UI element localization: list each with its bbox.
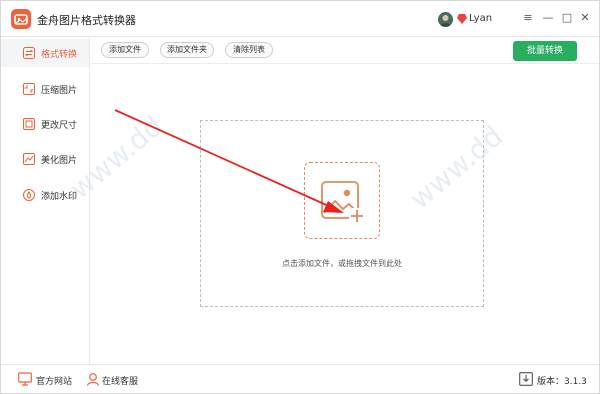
app-window: 金舟图片格式转换器 Lyan ≡ — □ ✕ 格式转换 压缩图片 更改尺寸 美化… — [0, 0, 600, 394]
sidebar-item-format-convert[interactable]: 格式转换 — [1, 39, 89, 67]
sidebar-item-label: 压缩图片 — [41, 86, 78, 96]
watermark-icon — [23, 189, 35, 201]
app-title: 金舟图片格式转换器 — [37, 14, 136, 27]
beautify-icon — [23, 153, 35, 165]
vip-icon — [456, 13, 468, 25]
add-folder-button[interactable]: 添加文件夹 — [160, 42, 214, 58]
compress-icon — [23, 83, 35, 95]
maximize-icon[interactable]: □ — [559, 10, 575, 26]
drop-hint-text: 点击添加文件，或拖拽文件到此处 — [282, 259, 402, 268]
download-icon — [519, 372, 533, 386]
resize-icon — [23, 118, 35, 130]
online-support-link[interactable]: 在线客服 — [102, 374, 138, 387]
add-file-button[interactable]: 添加文件 — [101, 42, 149, 58]
official-website-link[interactable]: 官方网站 — [36, 374, 72, 387]
clear-list-button[interactable]: 清除列表 — [225, 42, 273, 58]
sidebar-item-compress[interactable]: 压缩图片 — [1, 75, 89, 103]
add-image-icon[interactable] — [304, 162, 380, 239]
close-icon[interactable]: ✕ — [577, 10, 593, 26]
footer: 官方网站 在线客服 版本：3.1.3 — [1, 364, 599, 393]
username[interactable]: Lyan — [469, 13, 492, 24]
sidebar-item-label: 格式转换 — [41, 50, 78, 60]
version-label: 版本：3.1.3 — [537, 377, 587, 387]
title-bar: 金舟图片格式转换器 Lyan ≡ — □ ✕ — [1, 1, 599, 37]
sidebar-item-label: 美化图片 — [41, 156, 78, 166]
sidebar: 格式转换 压缩图片 更改尺寸 美化图片 添加水印 — [1, 38, 90, 364]
batch-convert-button[interactable]: 批量转换 — [513, 41, 577, 61]
customer-service-icon — [86, 373, 100, 386]
sidebar-item-label: 更改尺寸 — [41, 121, 78, 131]
user-avatar[interactable] — [438, 12, 453, 27]
minimize-icon[interactable]: — — [540, 10, 556, 26]
format-convert-icon — [23, 47, 35, 59]
menu-icon[interactable]: ≡ — [520, 10, 536, 26]
monitor-icon — [18, 372, 32, 386]
sidebar-item-resize[interactable]: 更改尺寸 — [1, 110, 89, 138]
app-logo-icon — [11, 9, 31, 29]
